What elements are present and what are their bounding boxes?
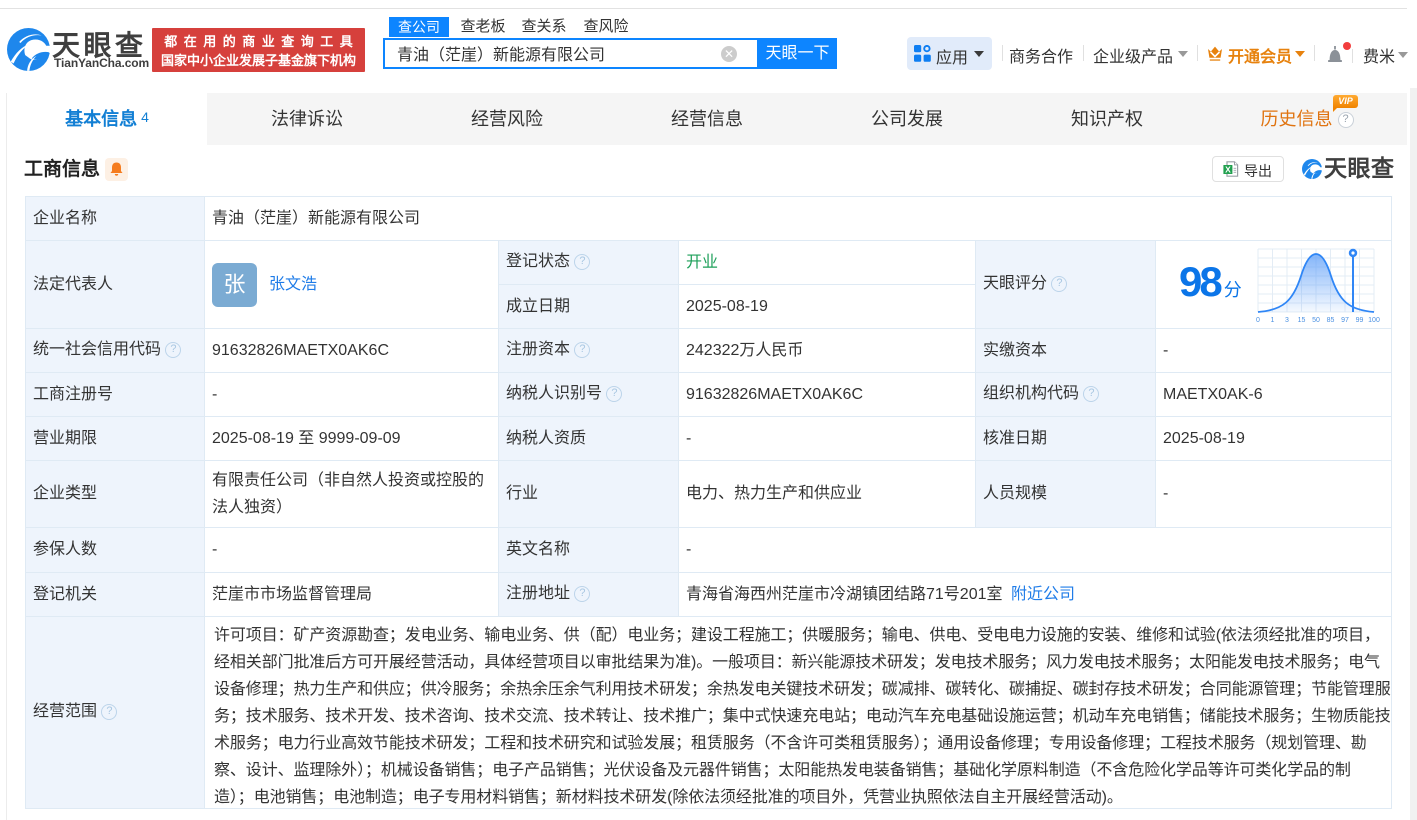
svg-text:99: 99 <box>1356 317 1364 324</box>
svg-text:50: 50 <box>1312 317 1320 324</box>
svg-text:0: 0 <box>1256 317 1260 324</box>
svg-text:X: X <box>1225 164 1231 174</box>
svg-text:97: 97 <box>1341 317 1349 324</box>
svg-text:3: 3 <box>1285 317 1289 324</box>
svg-text:15: 15 <box>1298 317 1306 324</box>
svg-text:1: 1 <box>1271 317 1275 324</box>
svg-text:85: 85 <box>1327 317 1335 324</box>
svg-text:100: 100 <box>1368 317 1380 324</box>
